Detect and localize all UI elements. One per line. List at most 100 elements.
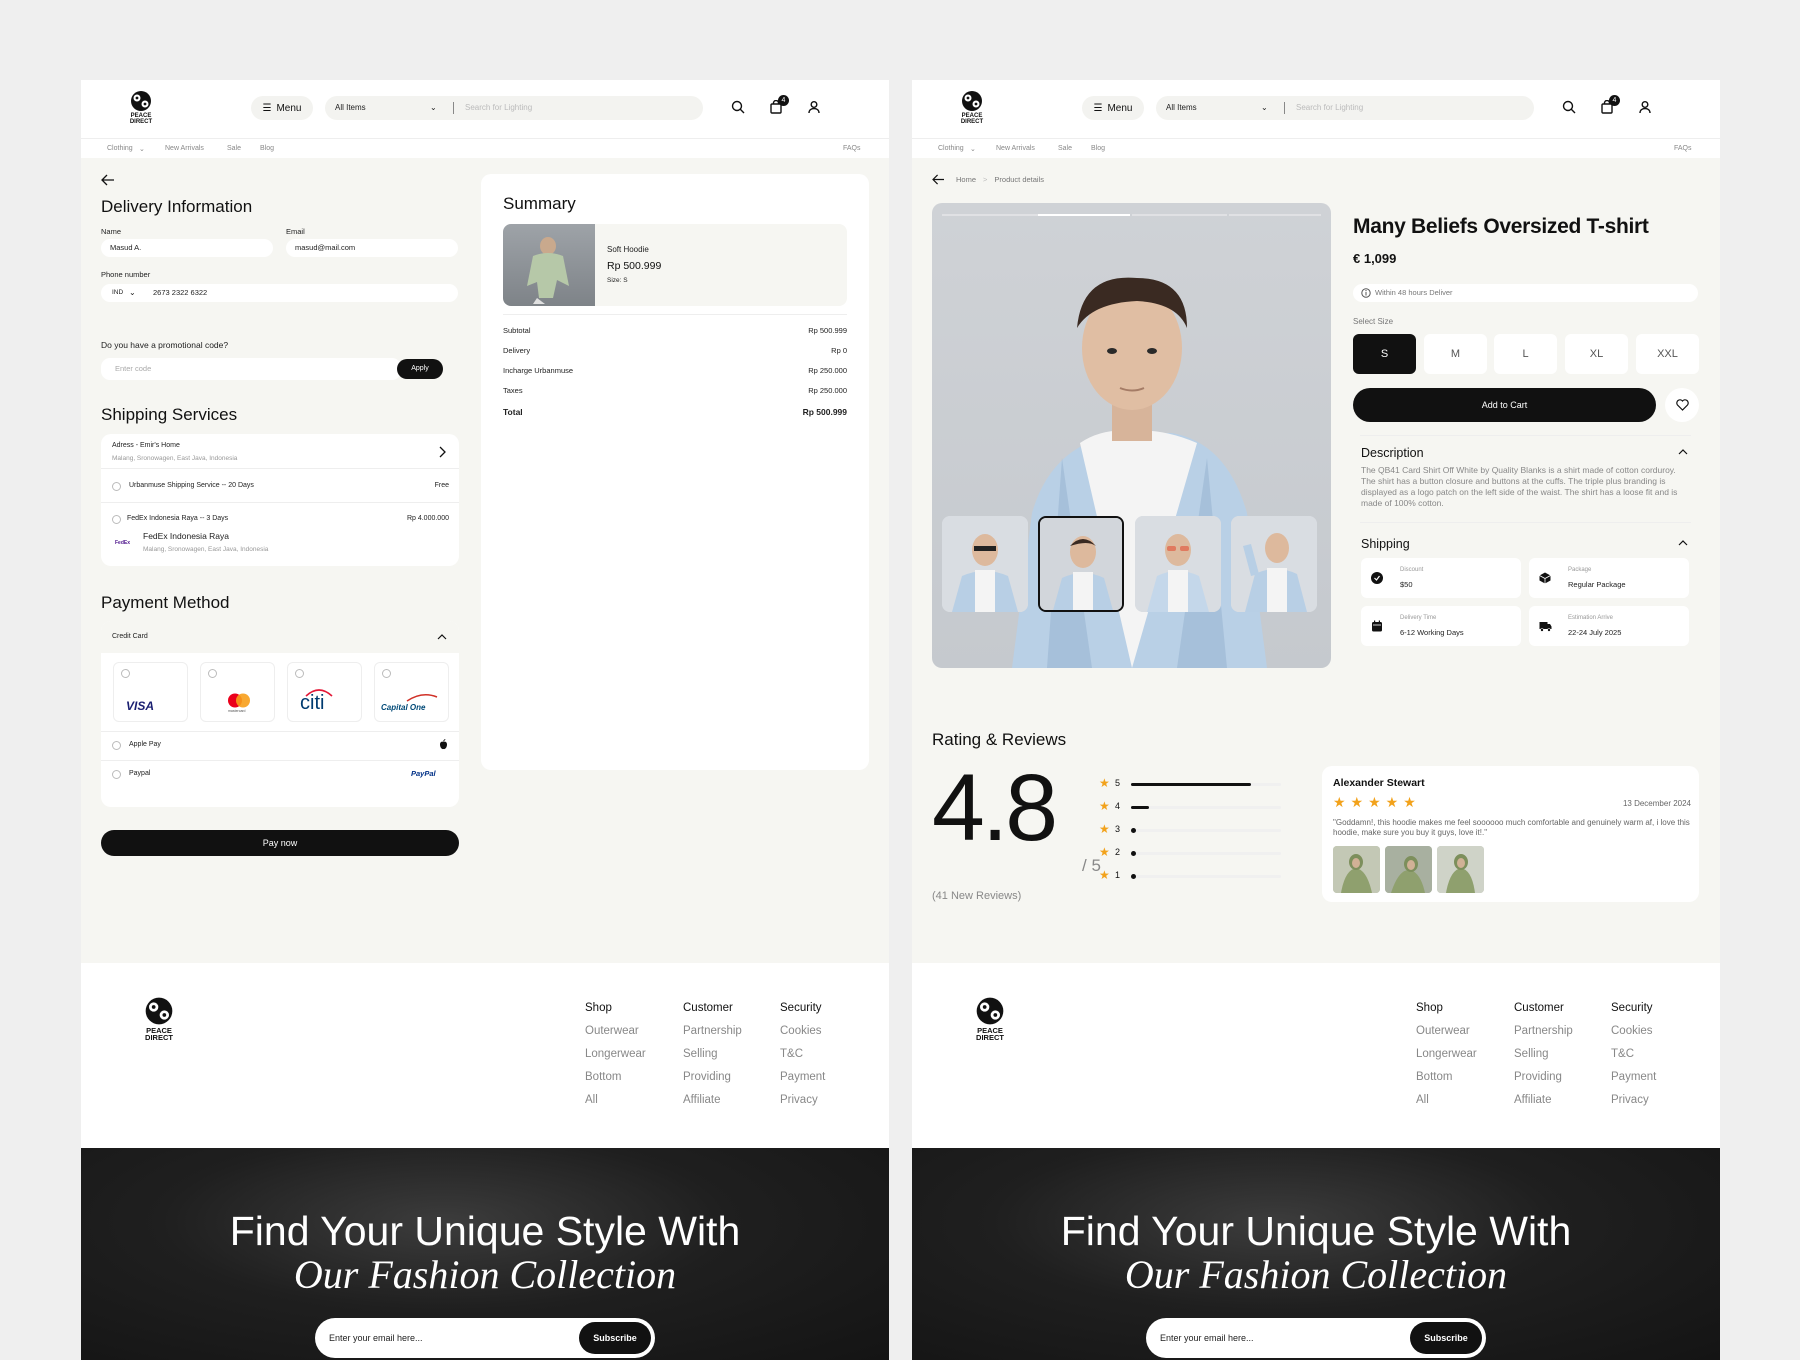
footer-link[interactable]: Outerwear [585, 1020, 646, 1043]
ship-option-radio[interactable] [112, 482, 121, 491]
brand-logo[interactable]: PEACE DIRECT [952, 90, 992, 125]
card-option-mastercard[interactable]: mastercard [200, 662, 275, 722]
footer-link[interactable]: Privacy [780, 1089, 825, 1112]
arrow-left-icon[interactable] [932, 174, 945, 185]
review-photo[interactable] [1333, 846, 1380, 893]
footer-logo[interactable]: PEACE DIRECT [139, 996, 179, 1041]
email-field[interactable]: masud@mail.com [286, 239, 458, 257]
size-xl-button[interactable]: XL [1565, 334, 1628, 374]
gallery-thumb[interactable] [942, 516, 1028, 612]
nav-sale[interactable]: Sale [1058, 145, 1072, 152]
footer-link[interactable]: Longerwear [1416, 1043, 1477, 1066]
footer-link[interactable]: Privacy [1611, 1089, 1656, 1112]
user-icon[interactable] [1638, 100, 1652, 114]
footer-link[interactable]: T&C [1611, 1043, 1656, 1066]
card-option-visa[interactable]: VISA [113, 662, 188, 722]
size-m-button[interactable]: M [1424, 334, 1487, 374]
footer-link[interactable]: Providing [1514, 1066, 1573, 1089]
footer-link[interactable]: Partnership [683, 1020, 742, 1043]
search-icon[interactable] [731, 100, 745, 114]
chevron-up-icon[interactable] [437, 634, 447, 640]
footer-link[interactable]: Selling [683, 1043, 742, 1066]
review-photo[interactable] [1437, 846, 1484, 893]
subscribe-button[interactable]: Subscribe [1410, 1322, 1482, 1354]
nav-new-arrivals[interactable]: New Arrivals [996, 145, 1035, 152]
footer-link[interactable]: Payment [1611, 1066, 1656, 1089]
nav-new-arrivals[interactable]: New Arrivals [165, 145, 204, 152]
arrow-left-icon[interactable] [101, 174, 115, 186]
footer-link[interactable]: All [1416, 1089, 1477, 1112]
menu-button[interactable]: ☰ Menu [1082, 96, 1144, 120]
nav-faqs[interactable]: FAQs [1674, 145, 1692, 152]
apply-button[interactable]: Apply [397, 359, 443, 379]
search-input[interactable]: Search for Lighting [465, 103, 532, 112]
card-radio[interactable] [382, 669, 391, 678]
nav-faqs[interactable]: FAQs [843, 145, 861, 152]
chevron-down-icon[interactable]: ⌄ [970, 145, 976, 153]
nav-blog[interactable]: Blog [260, 145, 274, 152]
card-radio[interactable] [208, 669, 217, 678]
card-radio[interactable] [121, 669, 130, 678]
footer-link[interactable]: Bottom [1416, 1066, 1477, 1089]
review-photo[interactable] [1385, 846, 1432, 893]
pay-now-button[interactable]: Pay now [101, 830, 459, 856]
chevron-up-icon[interactable] [1678, 540, 1688, 546]
chevron-down-icon[interactable]: ⌄ [129, 284, 136, 302]
category-select[interactable]: All Items [335, 103, 366, 112]
newsletter-email-input[interactable]: Enter your email here... Subscribe [1146, 1318, 1486, 1358]
nav-blog[interactable]: Blog [1091, 145, 1105, 152]
gallery-thumb-active[interactable] [1038, 516, 1124, 612]
footer-link[interactable]: Cookies [780, 1020, 825, 1043]
chevron-right-icon[interactable] [439, 446, 446, 458]
search-input[interactable]: Search for Lighting [1296, 103, 1363, 112]
size-s-button[interactable]: S [1353, 334, 1416, 374]
footer-link[interactable]: All [585, 1089, 646, 1112]
apple-pay-radio[interactable] [112, 741, 121, 750]
ship-option-radio[interactable] [112, 515, 121, 524]
footer-link[interactable]: Providing [683, 1066, 742, 1089]
shipping-title[interactable]: Shipping [1361, 537, 1410, 551]
chevron-up-icon[interactable] [1678, 449, 1688, 455]
footer-link[interactable]: Partnership [1514, 1020, 1573, 1043]
footer-link[interactable]: Bottom [585, 1066, 646, 1089]
cart-button[interactable]: 4 [1600, 95, 1620, 114]
description-title[interactable]: Description [1361, 446, 1424, 460]
nav-clothing[interactable]: Clothing [107, 145, 133, 152]
brand-logo[interactable]: PEACE DIRECT [121, 90, 161, 125]
subscribe-button[interactable]: Subscribe [579, 1322, 651, 1354]
nav-clothing[interactable]: Clothing [938, 145, 964, 152]
footer-link[interactable]: T&C [780, 1043, 825, 1066]
nav-sale[interactable]: Sale [227, 145, 241, 152]
search-icon[interactable] [1562, 100, 1576, 114]
paypal-radio[interactable] [112, 770, 121, 779]
footer-link[interactable]: Longerwear [585, 1043, 646, 1066]
card-radio[interactable] [295, 669, 304, 678]
chevron-down-icon[interactable]: ⌄ [430, 103, 437, 112]
category-select[interactable]: All Items [1166, 103, 1197, 112]
name-field[interactable]: Masud A. [101, 239, 273, 257]
footer-link[interactable]: Selling [1514, 1043, 1573, 1066]
size-l-button[interactable]: L [1494, 334, 1557, 374]
card-option-capital-one[interactable]: Capital One [374, 662, 449, 722]
breadcrumb-home[interactable]: Home [956, 175, 976, 184]
user-icon[interactable] [807, 100, 821, 114]
cart-button[interactable]: 4 [769, 95, 789, 114]
footer-link[interactable]: Affiliate [1514, 1089, 1573, 1112]
size-xxl-button[interactable]: XXL [1636, 334, 1699, 374]
footer-link[interactable]: Outerwear [1416, 1020, 1477, 1043]
newsletter-email-input[interactable]: Enter your email here... Subscribe [315, 1318, 655, 1358]
gallery-thumb[interactable] [1231, 516, 1317, 612]
footer-link[interactable]: Affiliate [683, 1089, 742, 1112]
footer-logo[interactable]: PEACE DIRECT [970, 996, 1010, 1041]
promo-input[interactable]: Enter code [101, 358, 401, 380]
country-code[interactable]: IND [112, 284, 123, 302]
gallery-thumb[interactable] [1135, 516, 1221, 612]
wishlist-button[interactable] [1665, 388, 1699, 422]
footer-link[interactable]: Cookies [1611, 1020, 1656, 1043]
chevron-down-icon[interactable]: ⌄ [139, 145, 145, 153]
add-to-cart-button[interactable]: Add to Cart [1353, 388, 1656, 422]
credit-card-label[interactable]: Credit Card [112, 633, 148, 640]
phone-field[interactable]: IND ⌄ 2673 2322 6322 [101, 284, 458, 302]
card-option-citi[interactable]: citi [287, 662, 362, 722]
chevron-down-icon[interactable]: ⌄ [1261, 103, 1268, 112]
